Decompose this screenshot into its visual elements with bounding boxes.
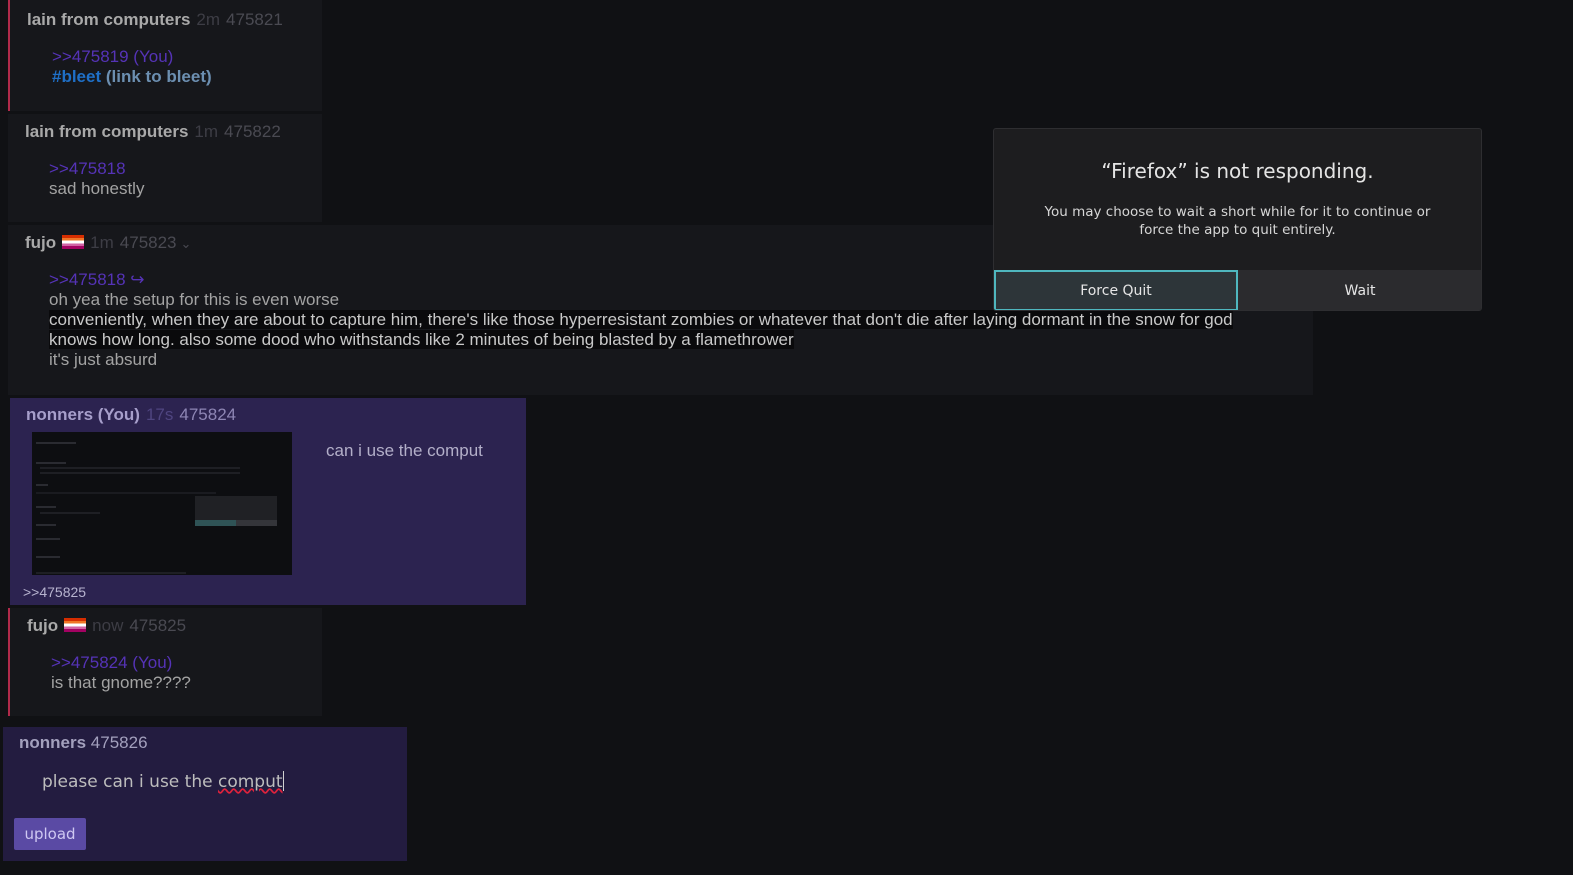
selected-text: conveniently, when they are about to cap… bbox=[49, 310, 1233, 329]
post-time: 1m bbox=[90, 233, 114, 252]
post-header: nonners (You) 17s 475824 bbox=[26, 405, 236, 425]
dialog-title: “Firefox” is not responding. bbox=[1101, 159, 1374, 183]
post-text: can i use the comput bbox=[326, 441, 483, 460]
reply-form: nonners 475826 please can i use the comp… bbox=[3, 727, 407, 861]
post-header: lain from computers 1m 475822 bbox=[25, 122, 281, 142]
reply-textarea[interactable]: please can i use the comput bbox=[42, 771, 284, 792]
dialog-message: You may choose to wait a short while for… bbox=[1044, 204, 1431, 238]
quote-link[interactable]: >>475824 (You) bbox=[51, 653, 191, 673]
reply-header: nonners 475826 bbox=[19, 733, 148, 753]
post-time: 17s bbox=[145, 405, 174, 424]
post-475822: lain from computers 1m 475822 >>475818 sad… bbox=[8, 114, 322, 222]
reply-text: please can i use the bbox=[42, 772, 218, 792]
poster-name: fujo bbox=[25, 233, 57, 252]
quote-link[interactable]: >>475819 (You) bbox=[52, 47, 212, 67]
lesbian-flag-icon bbox=[62, 235, 85, 249]
post-body: >>475819 (You) #bleet (link to bleet) bbox=[52, 47, 212, 87]
post-number[interactable]: 475823 bbox=[120, 233, 177, 252]
post-number[interactable]: 475821 bbox=[226, 10, 283, 29]
post-number[interactable]: 475825 bbox=[129, 616, 186, 635]
post-number[interactable]: 475822 bbox=[224, 122, 281, 141]
misspelled-word: comput bbox=[217, 772, 283, 792]
post-text: sad honestly bbox=[49, 179, 145, 198]
screenshot-thumbnail[interactable] bbox=[32, 432, 292, 575]
bleet-link[interactable]: link to bleet bbox=[112, 67, 206, 86]
quote-link[interactable]: >>475818 bbox=[49, 159, 144, 179]
text-caret bbox=[282, 771, 284, 791]
post-number[interactable]: 475824 bbox=[179, 405, 236, 424]
upload-button[interactable]: upload bbox=[14, 818, 86, 850]
not-responding-dialog: “Firefox” is not responding. You may cho… bbox=[993, 128, 1482, 311]
post-header: fujo 1m 475823 ⌄ bbox=[25, 233, 191, 253]
post-text-line: it's just absurd bbox=[49, 350, 158, 369]
poster-name: lain from computers bbox=[25, 122, 189, 141]
hashtag-link[interactable]: #bleet bbox=[52, 67, 101, 86]
post-header: fujo now 475825 bbox=[27, 616, 186, 636]
post-time: now bbox=[92, 616, 124, 635]
post-body: >>475824 (You) is that gnome???? bbox=[51, 653, 191, 693]
poster-name: nonners (You) bbox=[26, 405, 140, 424]
post-time: 2m bbox=[196, 10, 221, 29]
lesbian-flag-icon bbox=[64, 618, 87, 632]
reply-number: 475826 bbox=[90, 733, 148, 752]
link-close-paren: ) bbox=[206, 67, 212, 86]
poster-name: lain from computers bbox=[27, 10, 191, 29]
post-475825: fujo now 475825 >>475824 (You) is that gno… bbox=[8, 608, 322, 716]
chevron-down-icon[interactable]: ⌄ bbox=[181, 236, 192, 251]
wait-button[interactable]: Wait bbox=[1238, 270, 1481, 310]
post-475824: nonners (You) 17s 475824 can i use the com… bbox=[10, 398, 526, 605]
selected-text: knows how long. also some dood who withs… bbox=[49, 330, 794, 349]
reply-name: nonners bbox=[19, 733, 87, 752]
post-text: is that gnome???? bbox=[51, 673, 191, 692]
post-body: >>475818 sad honestly bbox=[49, 159, 144, 199]
backlink[interactable]: >>475825 bbox=[23, 584, 86, 600]
post-header: lain from computers 2m 475821 bbox=[27, 10, 283, 30]
poster-name: fujo bbox=[27, 616, 59, 635]
post-475821: lain from computers 2m 475821 >>475819 (Yo… bbox=[8, 0, 322, 111]
post-time: 1m bbox=[194, 122, 219, 141]
force-quit-button[interactable]: Force Quit bbox=[994, 270, 1238, 310]
